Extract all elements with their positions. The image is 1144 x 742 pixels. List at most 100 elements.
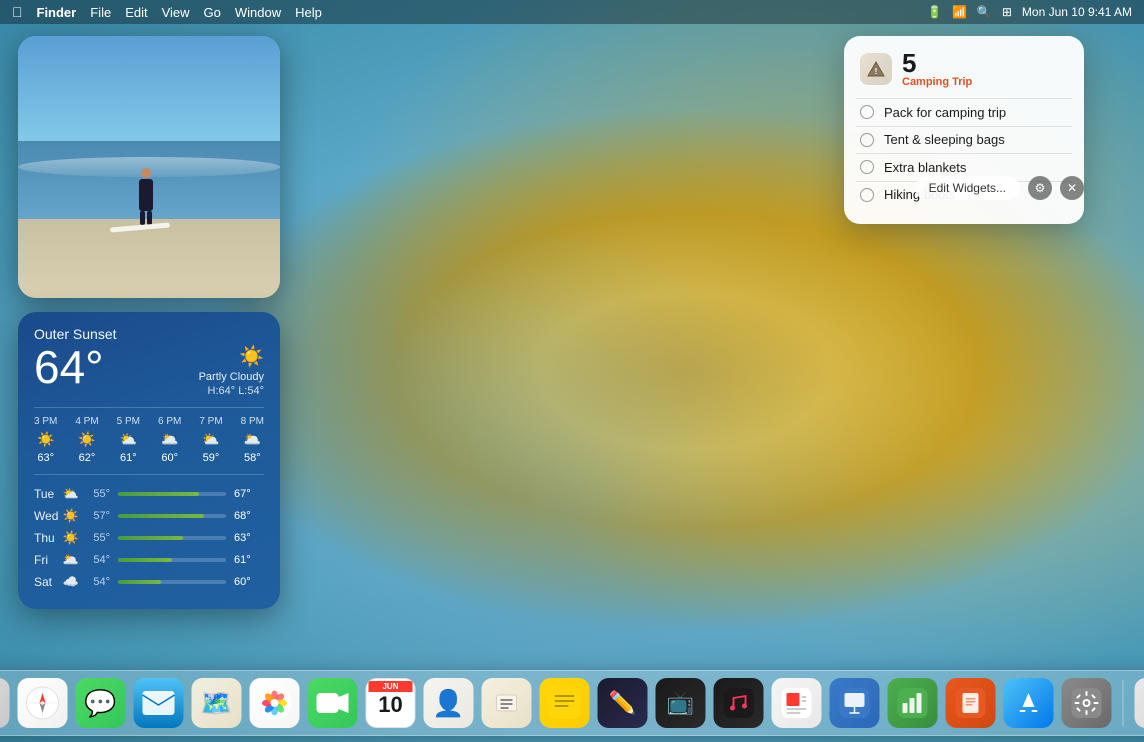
menubar-right: 🔋 📶 🔍 ⊞ Mon Jun 10 9:41 AM [927, 5, 1132, 19]
reminders-count: 5 [902, 50, 972, 76]
photo-sky [18, 36, 280, 154]
reminder-item-2[interactable]: Tent & sleeping bags [860, 126, 1068, 153]
dock-item-mail[interactable] [133, 677, 185, 729]
dock-item-news[interactable] [771, 677, 823, 729]
forecast-day-sat: Sat [34, 575, 62, 589]
dock-item-facetime[interactable] [307, 677, 359, 729]
edit-widgets-button[interactable]: Edit Widgets... [915, 176, 1020, 200]
forecast-low-thu: 55° [80, 532, 110, 544]
menubar-go[interactable]: Go [204, 5, 221, 20]
hour-label-5pm: 5 PM [117, 416, 140, 427]
weather-main: 64° ☀️ Partly Cloudy H:64° L:54° [34, 344, 264, 397]
weather-temperature: 64° [34, 344, 104, 390]
dock-item-freeform[interactable]: ✏️ [597, 677, 649, 729]
numbers-chart-icon [898, 688, 928, 718]
dock-item-music[interactable] [713, 677, 765, 729]
freeform-draw-icon: ✏️ [609, 690, 636, 716]
hour-icon-5pm: ⛅ [120, 431, 137, 448]
reminders-app-icon: ! [860, 53, 892, 85]
dock-divider [1123, 680, 1124, 726]
hour-temp-5pm: 61° [120, 452, 137, 464]
dock-item-appletv[interactable]: 📺 [655, 677, 707, 729]
appletv-tv-icon: 📺 [667, 690, 694, 716]
dock-item-photos[interactable] [249, 677, 301, 729]
launchpad-icon [0, 678, 10, 728]
messages-icon: 💬 [76, 678, 126, 728]
dock-item-settings[interactable] [1061, 677, 1113, 729]
hour-label-8pm: 8 PM [241, 416, 264, 427]
dock-item-calendar[interactable]: JUN 10 [365, 677, 417, 729]
iphone-icon [1135, 678, 1144, 728]
forecast-icon-sat: ☁️ [62, 574, 80, 590]
weather-location: Outer Sunset [34, 326, 264, 342]
forecast-icon-wed: ☀️ [62, 508, 80, 524]
widget-settings-button[interactable]: ⚙ [1028, 176, 1052, 200]
dock-item-reminders[interactable] [481, 677, 533, 729]
dock-item-maps[interactable]: 🗺️ [191, 677, 243, 729]
person-head [141, 168, 151, 178]
notes-page-icon [549, 687, 581, 719]
dock-item-appstore[interactable] [1003, 677, 1055, 729]
person-body [139, 179, 153, 211]
controlcenter-icon[interactable]: ⊞ [1002, 5, 1012, 19]
dock-item-iphone[interactable] [1134, 677, 1144, 729]
menubar-view[interactable]: View [162, 5, 190, 20]
dock-item-keynote[interactable] [829, 677, 881, 729]
menubar-window[interactable]: Window [235, 5, 281, 20]
reminder-checkbox-4[interactable] [860, 188, 874, 202]
forecast-low-sat: 54° [80, 576, 110, 588]
dock-item-notes[interactable] [539, 677, 591, 729]
dock-item-safari[interactable] [17, 677, 69, 729]
settings-icon: ⚙ [1035, 181, 1046, 195]
dock-item-messages[interactable]: 💬 [75, 677, 127, 729]
hour-icon-7pm: ⛅ [202, 431, 219, 448]
appstore-a-icon [1015, 689, 1043, 717]
keynote-icon [830, 678, 880, 728]
dock-item-contacts[interactable]: 👤 [423, 677, 475, 729]
forecast-high-thu: 63° [234, 532, 264, 544]
menubar-edit[interactable]: Edit [125, 5, 147, 20]
mail-envelope-icon [143, 691, 175, 715]
forecast-high-wed: 68° [234, 510, 264, 522]
weather-hour-4pm: 4 PM ☀️ 62° [75, 416, 98, 464]
dock-item-launchpad[interactable] [0, 677, 11, 729]
reminder-checkbox-2[interactable] [860, 133, 874, 147]
photo-beach [18, 219, 280, 298]
dock-item-numbers[interactable] [887, 677, 939, 729]
forecast-day-tue: Tue [34, 487, 62, 501]
hour-temp-7pm: 59° [203, 452, 220, 464]
reminder-checkbox-3[interactable] [860, 160, 874, 174]
forecast-bar-fri [118, 558, 172, 562]
maps-map-icon: 🗺️ [200, 688, 232, 719]
messages-bubble-icon: 💬 [84, 688, 116, 719]
apple-menu[interactable]:  [12, 4, 23, 20]
forecast-icon-tue: ⛅ [62, 486, 80, 502]
reminder-checkbox-1[interactable] [860, 105, 874, 119]
hour-temp-3pm: 63° [37, 452, 54, 464]
safari-compass-icon [25, 685, 61, 721]
reminder-text-1: Pack for camping trip [884, 105, 1006, 120]
search-icon[interactable]: 🔍 [977, 5, 992, 19]
forecast-day-wed: Wed [34, 509, 62, 523]
widget-close-button[interactable]: ✕ [1060, 176, 1084, 200]
dock-item-pages[interactable] [945, 677, 997, 729]
menubar-finder[interactable]: Finder [37, 5, 77, 20]
hour-temp-6pm: 60° [161, 452, 178, 464]
menubar-help[interactable]: Help [295, 5, 322, 20]
music-icon [714, 678, 764, 728]
battery-icon: 🔋 [927, 5, 942, 19]
forecast-bar-container-tue [118, 492, 226, 496]
weather-condition-box: ☀️ Partly Cloudy H:64° L:54° [199, 344, 264, 397]
calendar-date: 10 [378, 692, 402, 718]
forecast-bar-container-fri [118, 558, 226, 562]
menubar-file[interactable]: File [90, 5, 111, 20]
reminder-item-1[interactable]: Pack for camping trip [860, 99, 1068, 126]
datetime: Mon Jun 10 9:41 AM [1022, 5, 1132, 19]
safari-icon [18, 678, 68, 728]
forecast-bar-container-wed [118, 514, 226, 518]
photo-person [139, 168, 153, 225]
numbers-icon [888, 678, 938, 728]
photos-flower-icon [257, 685, 293, 721]
mail-icon [134, 678, 184, 728]
reminders-icon [482, 678, 532, 728]
